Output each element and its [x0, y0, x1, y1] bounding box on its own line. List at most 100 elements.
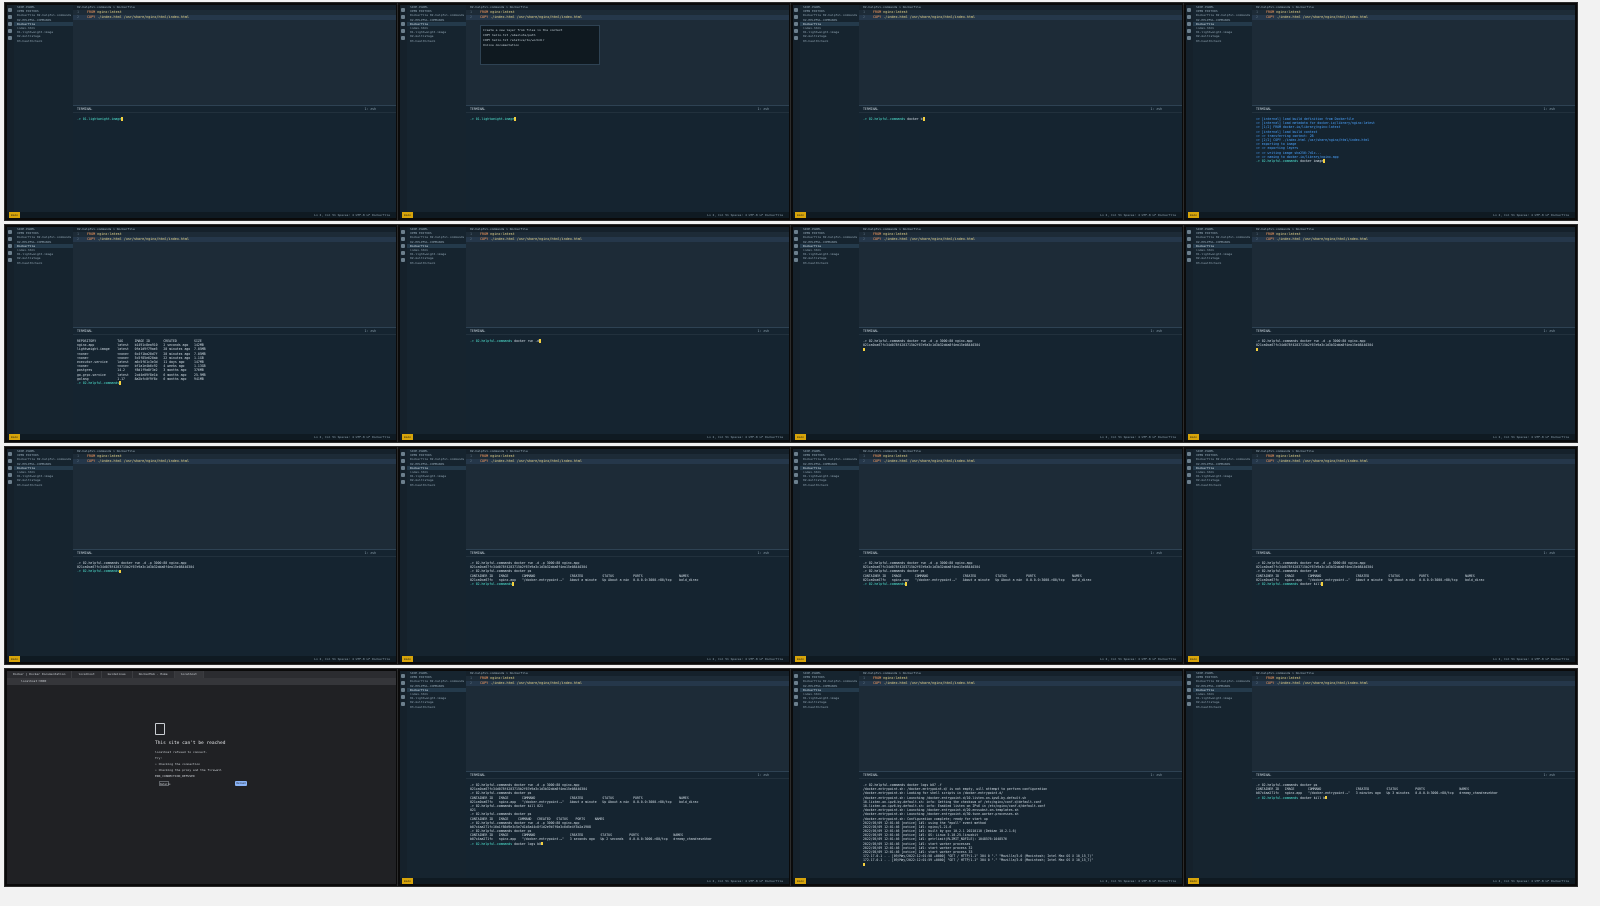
- terminal-panel[interactable]: TERMINAL 1: zsh => [internal] load build d…: [1252, 105, 1575, 212]
- explorer-item[interactable]: Dockerfile 02-helpful-commands: [407, 235, 466, 239]
- explorer-item[interactable]: 03-healthcheck: [407, 261, 466, 265]
- activity-icon[interactable]: [794, 15, 798, 19]
- explorer-item[interactable]: 03-healthcheck: [800, 261, 859, 265]
- activity-icon[interactable]: [1187, 459, 1191, 463]
- browser-tab[interactable]: localhost: [174, 671, 204, 678]
- activity-icon[interactable]: [1187, 251, 1191, 255]
- browser-tab[interactable]: Guidelines: [102, 671, 133, 678]
- activity-icon[interactable]: [401, 459, 405, 463]
- activity-icon[interactable]: [794, 8, 798, 12]
- activity-icon[interactable]: [1187, 702, 1191, 706]
- activity-icon[interactable]: [1187, 452, 1191, 456]
- branch-indicator[interactable]: main: [402, 434, 414, 440]
- terminal-shell-select[interactable]: 1: zsh: [1543, 328, 1575, 334]
- activity-icon[interactable]: [794, 702, 798, 706]
- explorer-item[interactable]: Dockerfile 02-helpful-commands: [14, 13, 73, 17]
- details-button[interactable]: Details: [159, 781, 171, 786]
- activity-icon[interactable]: [401, 22, 405, 26]
- activity-icon[interactable]: [1187, 674, 1191, 678]
- branch-indicator[interactable]: main: [9, 656, 21, 662]
- terminal-panel[interactable]: TERMINAL 1: zsh -> 02-helpful-commands doc…: [1252, 549, 1575, 656]
- code-editor[interactable]: 1 FROM nginx:latest 2 COPY ./index.html /us…: [466, 454, 789, 549]
- terminal-panel[interactable]: TERMINAL 1: zsh -> 02-helpful-commands doc…: [466, 327, 789, 434]
- activity-icon[interactable]: [1187, 230, 1191, 234]
- activity-icon[interactable]: [8, 473, 12, 477]
- activity-icon[interactable]: [401, 695, 405, 699]
- activity-icon[interactable]: [794, 29, 798, 33]
- activity-icon[interactable]: [401, 702, 405, 706]
- activity-icon[interactable]: [794, 22, 798, 26]
- activity-icon[interactable]: [401, 674, 405, 678]
- activity-icon[interactable]: [401, 452, 405, 456]
- activity-icon[interactable]: [8, 237, 12, 241]
- activity-icon[interactable]: [1187, 29, 1191, 33]
- terminal-shell-select[interactable]: 1: zsh: [757, 106, 789, 112]
- activity-icon[interactable]: [794, 237, 798, 241]
- activity-icon[interactable]: [8, 244, 12, 248]
- explorer-item[interactable]: 03-healthcheck: [800, 705, 859, 709]
- branch-indicator[interactable]: main: [1188, 878, 1200, 884]
- explorer-item[interactable]: Dockerfile 02-helpful-commands: [407, 457, 466, 461]
- terminal-shell-select[interactable]: 1: zsh: [757, 550, 789, 556]
- activity-icon[interactable]: [794, 459, 798, 463]
- code-editor[interactable]: 1 FROM nginx:latest 2 COPY ./index.html /us…: [466, 232, 789, 327]
- activity-icon[interactable]: [794, 230, 798, 234]
- activity-icon[interactable]: [1187, 244, 1191, 248]
- activity-icon[interactable]: [8, 452, 12, 456]
- activity-icon[interactable]: [794, 695, 798, 699]
- activity-icon[interactable]: [1187, 237, 1191, 241]
- branch-indicator[interactable]: main: [795, 878, 807, 884]
- terminal-panel[interactable]: TERMINAL 1: zsh -> 02-helpful-commands doc…: [859, 549, 1182, 656]
- explorer-item[interactable]: Dockerfile 02-helpful-commands: [14, 457, 73, 461]
- activity-icon[interactable]: [8, 29, 12, 33]
- explorer-item[interactable]: 03-healthcheck: [14, 483, 73, 487]
- terminal-shell-select[interactable]: 1: zsh: [364, 550, 396, 556]
- branch-indicator[interactable]: main: [1188, 434, 1200, 440]
- activity-icon[interactable]: [8, 15, 12, 19]
- branch-indicator[interactable]: main: [1188, 656, 1200, 662]
- code-editor[interactable]: 1 FROM nginx:latest 2 COPY ./index.html /us…: [1252, 232, 1575, 327]
- activity-icon[interactable]: [794, 681, 798, 685]
- browser-tab[interactable]: DockerHub - Home: [133, 671, 175, 678]
- branch-indicator[interactable]: main: [9, 434, 21, 440]
- activity-icon[interactable]: [401, 29, 405, 33]
- explorer-item[interactable]: 03-healthcheck: [1193, 261, 1252, 265]
- code-editor[interactable]: 1 FROM nginx:latest 2 COPY ./index.html /us…: [73, 10, 396, 105]
- activity-icon[interactable]: [401, 466, 405, 470]
- try-item[interactable]: • Checking the proxy and the firewall: [155, 768, 255, 772]
- terminal-panel[interactable]: TERMINAL 1: zsh -> 01-lightweight-image: [466, 105, 789, 212]
- terminal-shell-select[interactable]: 1: zsh: [757, 328, 789, 334]
- try-item[interactable]: • Checking the connection: [155, 762, 255, 766]
- activity-icon[interactable]: [401, 8, 405, 12]
- code-editor[interactable]: 1 FROM nginx:latest 2 COPY ./index.html /us…: [1252, 676, 1575, 771]
- activity-icon[interactable]: [1187, 473, 1191, 477]
- activity-icon[interactable]: [1187, 681, 1191, 685]
- activity-icon[interactable]: [401, 244, 405, 248]
- activity-icon[interactable]: [8, 258, 12, 262]
- terminal-shell-select[interactable]: 1: zsh: [1543, 106, 1575, 112]
- branch-indicator[interactable]: main: [795, 434, 807, 440]
- terminal-shell-select[interactable]: 1: zsh: [1150, 106, 1182, 112]
- activity-icon[interactable]: [1187, 8, 1191, 12]
- explorer-item[interactable]: Dockerfile 02-helpful-commands: [1193, 235, 1252, 239]
- code-editor[interactable]: 1 FROM nginx:latest 2 COPY ./index.html /us…: [466, 676, 789, 771]
- activity-icon[interactable]: [401, 15, 405, 19]
- explorer-item[interactable]: Dockerfile 02-helpful-commands: [1193, 457, 1252, 461]
- activity-icon[interactable]: [794, 674, 798, 678]
- explorer-item[interactable]: 03-healthcheck: [407, 705, 466, 709]
- explorer-item[interactable]: 03-healthcheck: [407, 483, 466, 487]
- activity-icon[interactable]: [794, 251, 798, 255]
- explorer-item[interactable]: 03-healthcheck: [1193, 39, 1252, 43]
- explorer-item[interactable]: Dockerfile 02-helpful-commands: [1193, 13, 1252, 17]
- explorer-item[interactable]: Dockerfile 02-helpful-commands: [1193, 679, 1252, 683]
- branch-indicator[interactable]: main: [795, 656, 807, 662]
- explorer-item[interactable]: 03-healthcheck: [800, 39, 859, 43]
- code-editor[interactable]: 1 FROM nginx:latest 2 COPY ./index.html /us…: [73, 232, 396, 327]
- activity-icon[interactable]: [401, 473, 405, 477]
- activity-icon[interactable]: [401, 251, 405, 255]
- activity-icon[interactable]: [794, 473, 798, 477]
- activity-icon[interactable]: [8, 459, 12, 463]
- code-editor[interactable]: 1 FROM nginx:latest 2 COPY ./index.html /us…: [859, 454, 1182, 549]
- activity-icon[interactable]: [1187, 480, 1191, 484]
- terminal-shell-select[interactable]: 1: zsh: [1150, 550, 1182, 556]
